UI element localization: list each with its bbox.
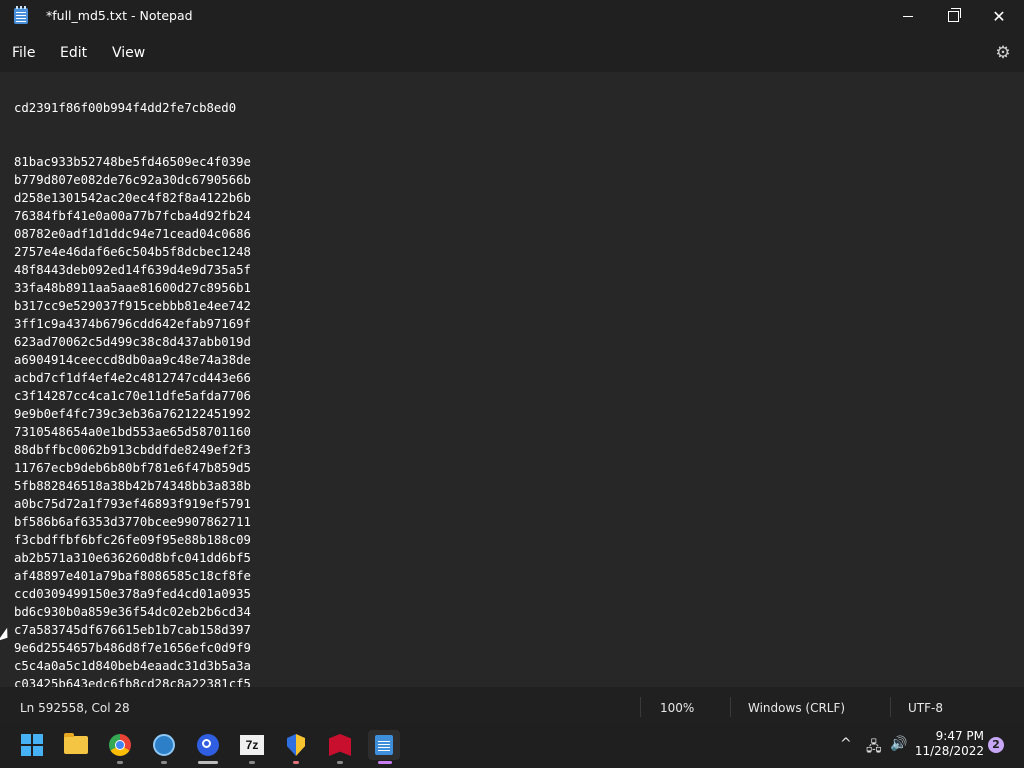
- editor-line: a0bc75d72a1f793ef46893f919ef5791: [14, 497, 251, 511]
- editor-line-partial: cd2391f86f00b994f4dd2fe7cb8ed0: [14, 101, 237, 115]
- line-endings: Windows (CRLF): [748, 701, 846, 715]
- clock-date: 11/28/2022: [914, 744, 984, 758]
- running-indicator: [198, 761, 218, 764]
- editor-line: a6904914ceeccd8db0aa9c48e74a38de: [14, 353, 251, 367]
- editor-line: f3cbdffbf6bfc26fe09f95e88b188c09: [14, 533, 251, 547]
- encoding: UTF-8: [908, 701, 943, 715]
- editor-line: b317cc9e529037f915cebbb81e4ee742: [14, 299, 251, 313]
- taskbar-mcafee[interactable]: [324, 730, 356, 764]
- running-indicator: [337, 761, 343, 764]
- volume-icon[interactable]: 🔊: [890, 736, 907, 752]
- maximize-button[interactable]: [930, 0, 976, 32]
- start-button[interactable]: [16, 730, 48, 760]
- system-clock[interactable]: 9:47 PM 11/28/2022: [914, 729, 984, 759]
- running-indicator: [161, 761, 167, 764]
- status-divider: [640, 697, 641, 717]
- editor-line: ccd0309499150e378a9fed4cd01a0935: [14, 587, 251, 601]
- notification-badge[interactable]: 2: [988, 737, 1004, 753]
- editor-line: c3f14287cc4ca1c70e11dfe5afda7706: [14, 389, 251, 403]
- editor-line: 48f8443deb092ed14f639d4e9d735a5f: [14, 263, 251, 277]
- menu-bar: File Edit View: [0, 32, 1024, 72]
- editor-line: 9e9b0ef4fc739c3eb36a762122451992: [14, 407, 251, 421]
- editor-line: 08782e0adf1d1ddc94e71cead04c0686: [14, 227, 251, 241]
- status-divider: [730, 697, 731, 717]
- taskbar-security[interactable]: [280, 730, 312, 764]
- taskbar-7zip[interactable]: 7z: [236, 730, 268, 764]
- chrome-icon: [109, 734, 131, 756]
- editor-line: 2757e4e46daf6e6c504b5f8dcbec1248: [14, 245, 251, 259]
- taskbar-file-explorer[interactable]: [60, 730, 92, 760]
- editor-line: b779d807e082de76c92a30dc6790566b: [14, 173, 251, 187]
- restore-icon: [947, 7, 961, 22]
- notepad-icon: [375, 735, 393, 755]
- title-bar: *full_md5.txt - Notepad ✕: [0, 0, 1024, 32]
- editor-line: 11767ecb9deb6b80bf781e6f47b859d5: [14, 461, 251, 475]
- editor-line: bf586b6af6353d3770bcee9907862711: [14, 515, 251, 529]
- taskbar: 7z ^ 🖧 🔊 9:47 PM 11/28/2022 2: [0, 722, 1024, 768]
- settings-gear-icon[interactable]: ⚙: [994, 44, 1012, 62]
- file-explorer-icon: [64, 733, 88, 754]
- taskbar-notepad[interactable]: [368, 730, 400, 764]
- editor-line: 33fa48b8911aa5aae81600d27c8956b1: [14, 281, 251, 295]
- editor-line: 9e6d2554657b486d8f7e1656efc0d9f9: [14, 641, 251, 655]
- security-shield-icon: [287, 734, 305, 756]
- minimize-button[interactable]: [885, 0, 931, 32]
- running-indicator: [117, 761, 123, 764]
- menu-file[interactable]: File: [12, 45, 35, 61]
- editor-lines: cd2391f86f00b994f4dd2fe7cb8ed0 81bac933b…: [14, 72, 251, 687]
- mcafee-icon: [329, 734, 351, 756]
- taskbar-globe-app[interactable]: [148, 730, 180, 764]
- menu-edit[interactable]: Edit: [60, 45, 87, 61]
- editor-line: ab2b571a310e636260d8bfc041dd6bf5: [14, 551, 251, 565]
- network-icon[interactable]: 🖧: [866, 736, 882, 760]
- search-app-icon: [197, 734, 219, 756]
- editor-line: acbd7cf1df4ef4e2c4812747cd443e66: [14, 371, 251, 385]
- editor-line: 76384fbf41e0a00a77b7fcba4d92fb24: [14, 209, 251, 223]
- notepad-icon: [14, 6, 28, 24]
- zoom-level: 100%: [660, 701, 695, 715]
- editor-line: c5c4a0a5c1d840beb4eaadc31d3b5a3a: [14, 659, 251, 673]
- show-hidden-icons-chevron-icon[interactable]: ^: [840, 736, 852, 752]
- editor-line: 88dbffbc0062b913cbddfde8249ef2f3: [14, 443, 251, 457]
- running-indicator: [249, 761, 255, 764]
- minimize-icon: [903, 15, 913, 17]
- editor-line: af48897e401a79baf8086585c18cf8fe: [14, 569, 251, 583]
- status-divider: [890, 697, 891, 717]
- editor-line: 7310548654a0e1bd553ae65d58701160: [14, 425, 251, 439]
- taskbar-search-app[interactable]: [192, 730, 224, 764]
- window-title: *full_md5.txt - Notepad: [46, 8, 193, 23]
- menu-view[interactable]: View: [112, 45, 145, 61]
- active-indicator: [378, 761, 392, 764]
- editor-line: 623ad70062c5d499c38c8d437abb019d: [14, 335, 251, 349]
- globe-icon: [153, 734, 175, 756]
- editor-line: c7a583745df676615eb1b7cab158d397: [14, 623, 251, 637]
- editor-line: 81bac933b52748be5fd46509ec4f039e: [14, 155, 251, 169]
- clock-time: 9:47 PM: [935, 729, 984, 743]
- taskbar-chrome[interactable]: [104, 730, 136, 764]
- running-indicator: [293, 761, 299, 764]
- 7zip-icon: 7z: [240, 735, 264, 755]
- editor-line: 5fb882846518a38b42b74348bb3a838b: [14, 479, 251, 493]
- close-button[interactable]: ✕: [976, 0, 1022, 32]
- cursor-position: Ln 592558, Col 28: [20, 701, 130, 715]
- close-icon: ✕: [992, 6, 1006, 26]
- windows-start-icon: [21, 734, 43, 756]
- editor-line: 3ff1c9a4374b6796cdd642efab97169f: [14, 317, 251, 331]
- editor-line: c03425b643edc6fb8cd28c8a22381cf5: [14, 677, 251, 687]
- editor-line: d258e1301542ac20ec4f82f8a4122b6b: [14, 191, 251, 205]
- editor-line: bd6c930b0a859e36f54dc02eb2b6cd34: [14, 605, 251, 619]
- text-editor[interactable]: cd2391f86f00b994f4dd2fe7cb8ed0 81bac933b…: [0, 72, 1024, 687]
